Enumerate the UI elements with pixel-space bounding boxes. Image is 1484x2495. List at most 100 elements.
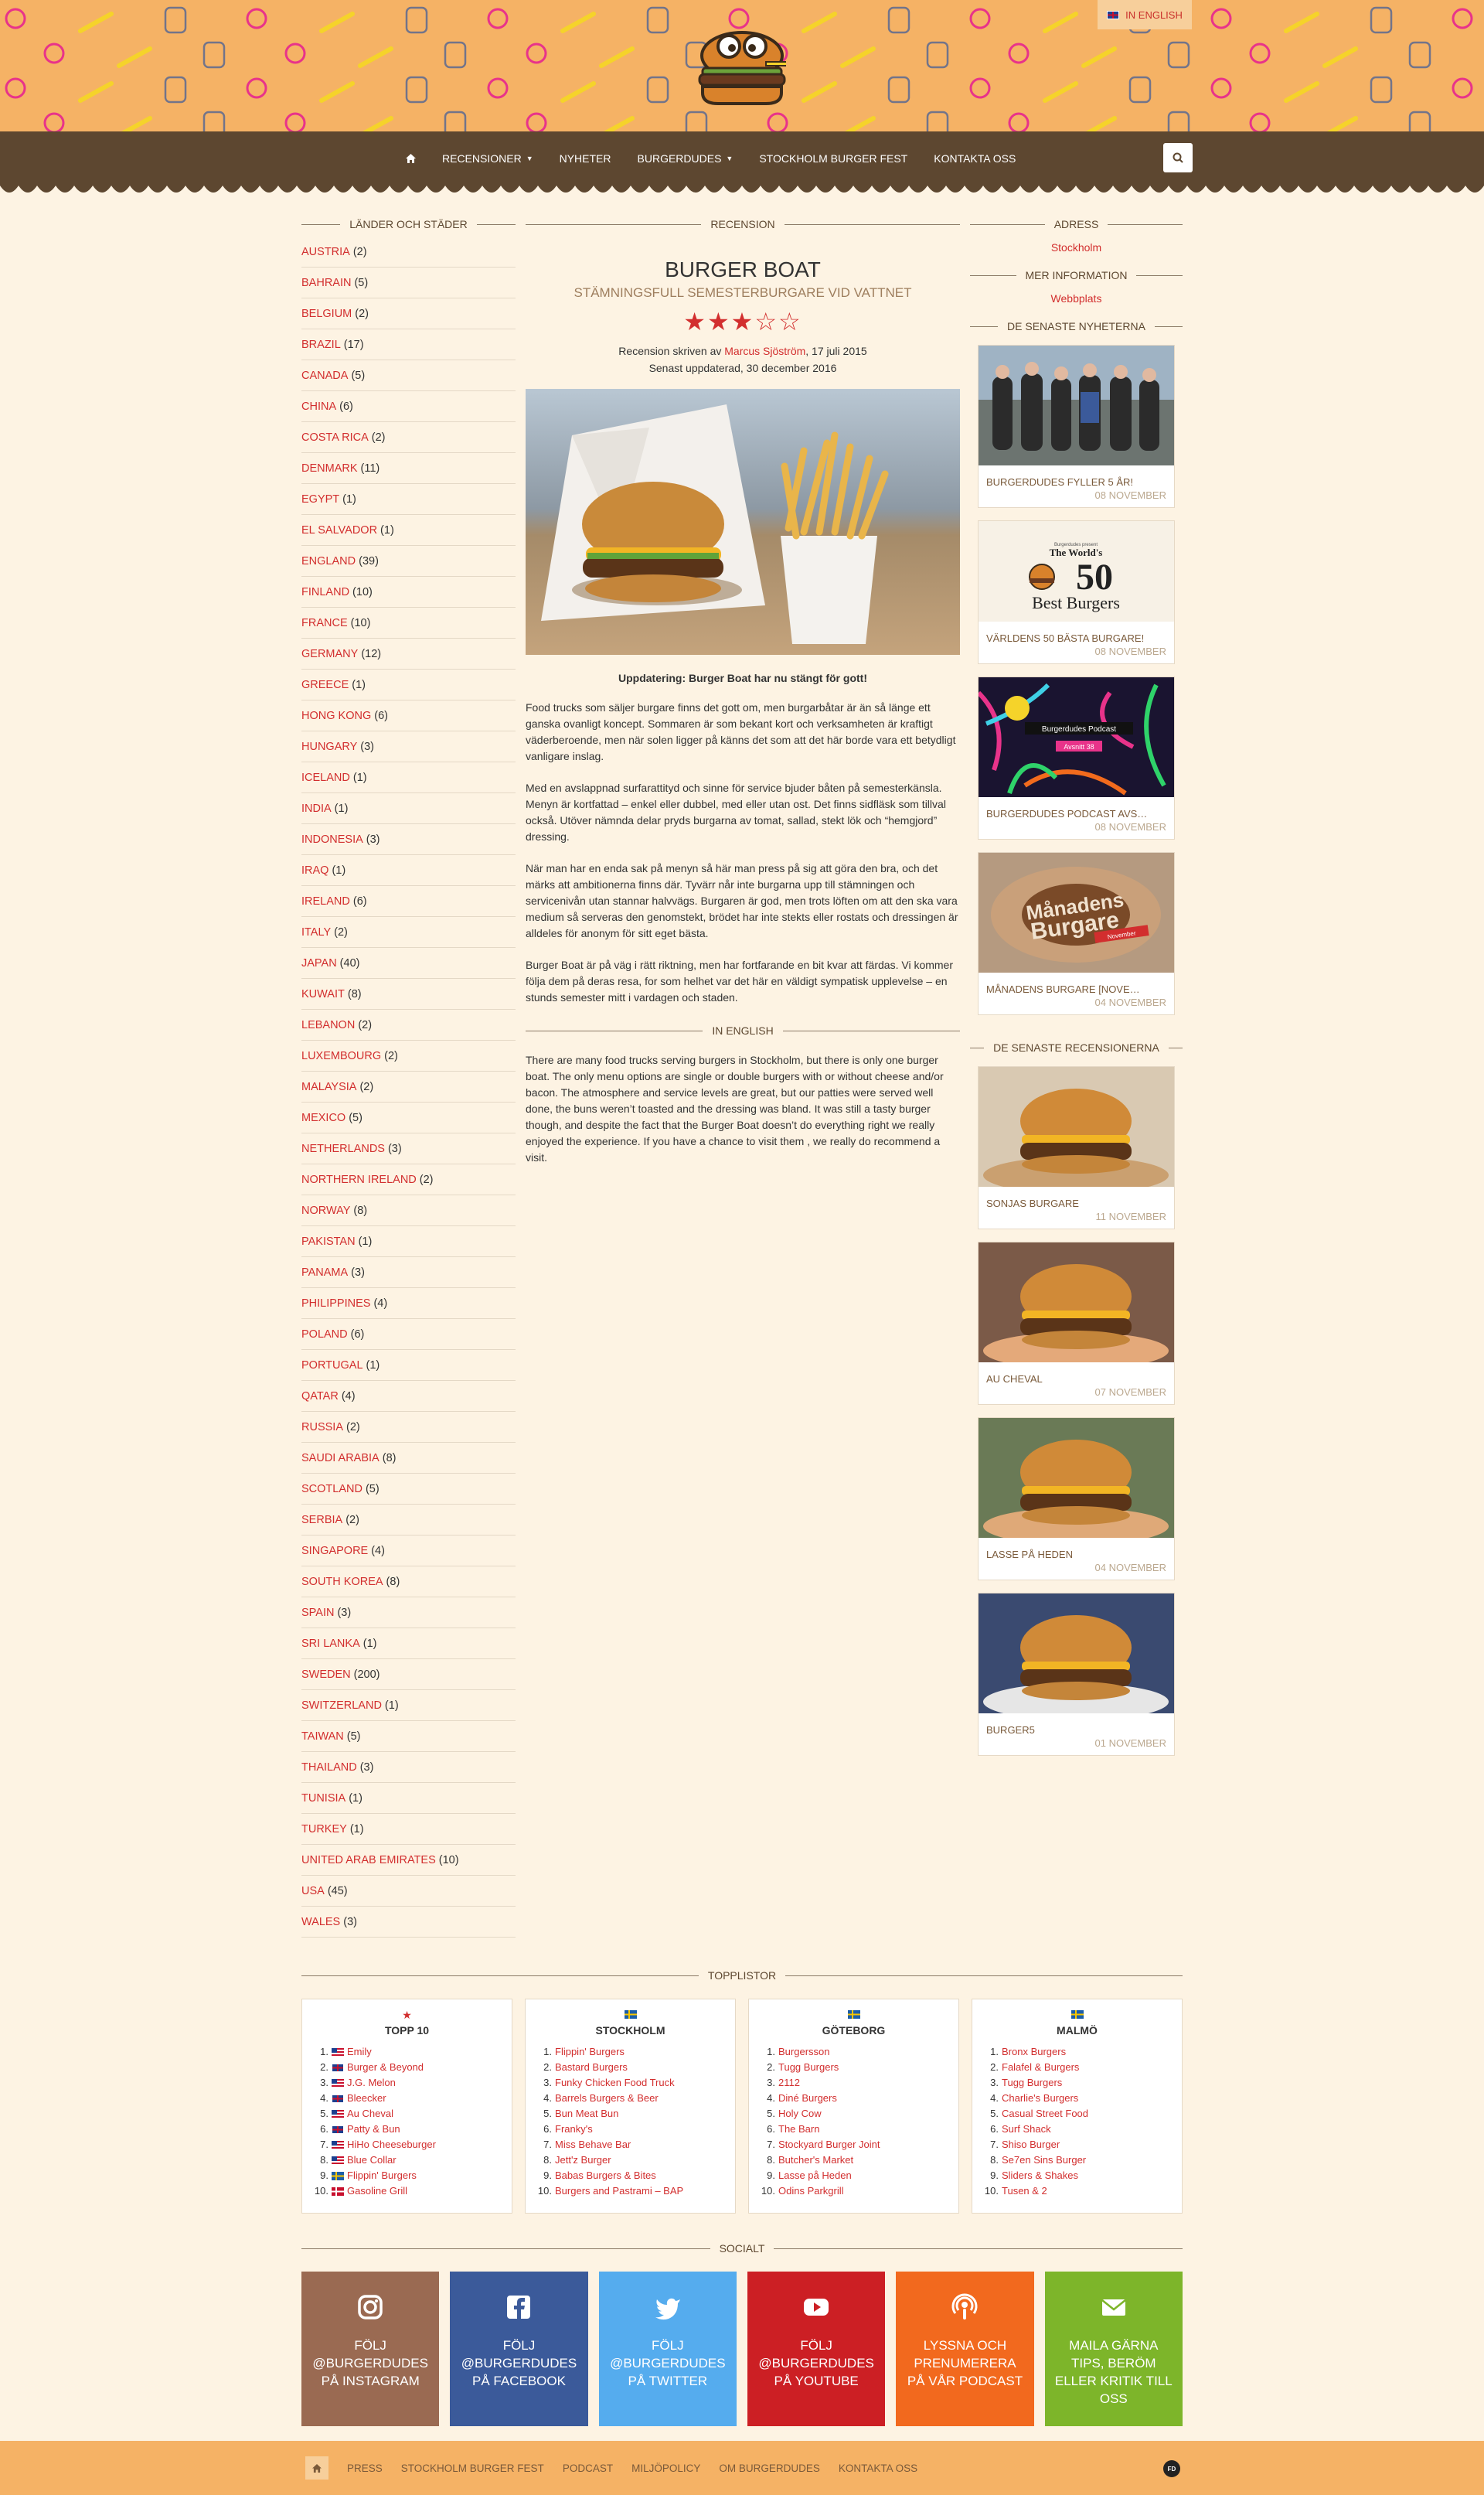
country-item[interactable]: Saudi Arabia (8) (301, 1443, 516, 1474)
toplist-item[interactable]: 6. Patty & Bun (313, 2122, 501, 2137)
country-item[interactable]: Switzerland (1) (301, 1690, 516, 1721)
country-item[interactable]: China (6) (301, 391, 516, 422)
toplist-link[interactable]: Au Cheval (347, 2106, 393, 2122)
toplist-link[interactable]: Burgersson (778, 2044, 829, 2060)
toplist-link[interactable]: 2112 (778, 2075, 800, 2091)
country-link[interactable]: United Arab Emirates (301, 1854, 436, 1866)
toplist-link[interactable]: Falafel & Burgers (1002, 2060, 1079, 2075)
toplist-link[interactable]: Holy Cow (778, 2106, 822, 2122)
country-link[interactable]: Singapore (301, 1545, 368, 1557)
language-switch[interactable]: In English (1098, 0, 1192, 29)
country-link[interactable]: Poland (301, 1328, 348, 1341)
toplist-item[interactable]: 10. Odins Parkgrill (760, 2183, 948, 2199)
toplist-item[interactable]: 8. Blue Collar (313, 2152, 501, 2168)
country-item[interactable]: Costa Rica (2) (301, 422, 516, 453)
toplist-link[interactable]: Tugg Burgers (1002, 2075, 1062, 2091)
footer-link[interactable]: Podcast (563, 2463, 613, 2474)
country-link[interactable]: Germany (301, 648, 358, 660)
country-item[interactable]: Philippines (4) (301, 1288, 516, 1319)
review-card[interactable]: Lasse på Heden 04 November (978, 1417, 1175, 1580)
toplist-item[interactable]: 10. Burgers and Pastrami – BAP (536, 2183, 724, 2199)
country-item[interactable]: Taiwan (5) (301, 1721, 516, 1752)
country-link[interactable]: Malaysia (301, 1081, 356, 1093)
nav-burgerdudes[interactable]: Burgerdudes ▼ (625, 152, 747, 165)
toplist-link[interactable]: Charlie's Burgers (1002, 2091, 1078, 2106)
review-card[interactable]: Au Cheval 07 November (978, 1242, 1175, 1405)
toplist-link[interactable]: Sliders & Shakes (1002, 2168, 1078, 2183)
country-item[interactable]: Greece (1) (301, 670, 516, 700)
country-link[interactable]: Qatar (301, 1390, 339, 1403)
country-link[interactable]: Tunisia (301, 1792, 345, 1805)
country-link[interactable]: Turkey (301, 1823, 347, 1835)
country-link[interactable]: El Salvador (301, 524, 377, 537)
toplist-link[interactable]: Lasse på Heden (778, 2168, 852, 2183)
country-item[interactable]: England (39) (301, 546, 516, 577)
country-item[interactable]: Thailand (3) (301, 1752, 516, 1783)
country-link[interactable]: Iraq (301, 864, 328, 877)
toplist-link[interactable]: Butcher's Market (778, 2152, 853, 2168)
toplist-item[interactable]: 7. Miss Behave Bar (536, 2137, 724, 2152)
website-link[interactable]: Webbplats (1051, 292, 1102, 305)
toplist-link[interactable]: Funky Chicken Food Truck (555, 2075, 675, 2091)
country-link[interactable]: Egypt (301, 493, 339, 506)
country-link[interactable]: South Korea (301, 1576, 383, 1588)
toplist-link[interactable]: Franky's (555, 2122, 593, 2137)
country-item[interactable]: Brazil (17) (301, 329, 516, 360)
toplist-item[interactable]: 3. Funky Chicken Food Truck (536, 2075, 724, 2091)
search-button[interactable] (1163, 143, 1193, 172)
news-card[interactable]: Burgerdudes present The World's 50 Best … (978, 520, 1175, 664)
toplist-link[interactable]: Tugg Burgers (778, 2060, 839, 2075)
footer-link[interactable]: Miljöpolicy (631, 2463, 700, 2474)
news-card[interactable]: Månadens Burgare November Månadens burga… (978, 852, 1175, 1015)
country-link[interactable]: Bahrain (301, 277, 351, 289)
toplist-item[interactable]: 5. Au Cheval (313, 2106, 501, 2122)
country-item[interactable]: Singapore (4) (301, 1536, 516, 1566)
toplist-link[interactable]: Bronx Burgers (1002, 2044, 1066, 2060)
toplist-item[interactable]: 2. Tugg Burgers (760, 2060, 948, 2075)
country-link[interactable]: Ireland (301, 895, 350, 908)
country-item[interactable]: Kuwait (8) (301, 979, 516, 1010)
toplist-link[interactable]: Stockyard Burger Joint (778, 2137, 880, 2152)
toplist-item[interactable]: 10. Gasoline Grill (313, 2183, 501, 2199)
country-item[interactable]: Northern Ireland (2) (301, 1164, 516, 1195)
country-link[interactable]: Sri Lanka (301, 1638, 360, 1650)
toplist-item[interactable]: 9. Lasse på Heden (760, 2168, 948, 2183)
country-item[interactable]: Mexico (5) (301, 1103, 516, 1133)
country-item[interactable]: Lebanon (2) (301, 1010, 516, 1041)
toplist-link[interactable]: Blue Collar (347, 2152, 397, 2168)
toplist-link[interactable]: Bun Meat Bun (555, 2106, 618, 2122)
address-link[interactable]: Stockholm (1051, 241, 1101, 254)
country-link[interactable]: Belgium (301, 308, 352, 320)
country-link[interactable]: Kuwait (301, 988, 345, 1000)
fd-badge[interactable]: FD (1163, 2460, 1180, 2477)
toplist-link[interactable]: Patty & Bun (347, 2122, 400, 2137)
country-item[interactable]: United Arab Emirates (10) (301, 1845, 516, 1876)
toplist-item[interactable]: 3. Tugg Burgers (983, 2075, 1171, 2091)
toplist-item[interactable]: 9. Sliders & Shakes (983, 2168, 1171, 2183)
country-link[interactable]: India (301, 803, 332, 815)
toplist-item[interactable]: 4. Diné Burgers (760, 2091, 948, 2106)
country-item[interactable]: Spain (3) (301, 1597, 516, 1628)
news-card[interactable]: Burgerdudes fyller 5 år! 08 November (978, 345, 1175, 508)
toplist-link[interactable]: Miss Behave Bar (555, 2137, 631, 2152)
social-tile[interactable]: Följ @burgerdudes på Facebook (450, 2272, 588, 2426)
country-item[interactable]: Sweden (200) (301, 1659, 516, 1690)
country-link[interactable]: Lebanon (301, 1019, 355, 1031)
social-tile[interactable]: Följ @burgerdudes på YouTube (747, 2272, 886, 2426)
social-tile[interactable]: Följ @burgerdudes på Instagram (301, 2272, 440, 2426)
country-item[interactable]: Hong Kong (6) (301, 700, 516, 731)
social-tile[interactable]: Följ @burgerdudes på Twitter (598, 2272, 737, 2426)
toplist-item[interactable]: 1. Bronx Burgers (983, 2044, 1171, 2060)
toplist-item[interactable]: 10. Tusen & 2 (983, 2183, 1171, 2199)
country-link[interactable]: Northern Ireland (301, 1174, 417, 1186)
nav-recensioner[interactable]: Recensioner ▼ (429, 152, 546, 165)
country-item[interactable]: Iraq (1) (301, 855, 516, 886)
toplist-link[interactable]: Bastard Burgers (555, 2060, 628, 2075)
toplist-item[interactable]: 8. Butcher's Market (760, 2152, 948, 2168)
country-link[interactable]: China (301, 400, 336, 413)
country-link[interactable]: Sweden (301, 1668, 351, 1681)
country-link[interactable]: Serbia (301, 1514, 342, 1526)
country-item[interactable]: Canada (5) (301, 360, 516, 391)
review-card[interactable]: Burger5 01 November (978, 1593, 1175, 1756)
toplist-item[interactable]: 8. Se7en Sins Burger (983, 2152, 1171, 2168)
